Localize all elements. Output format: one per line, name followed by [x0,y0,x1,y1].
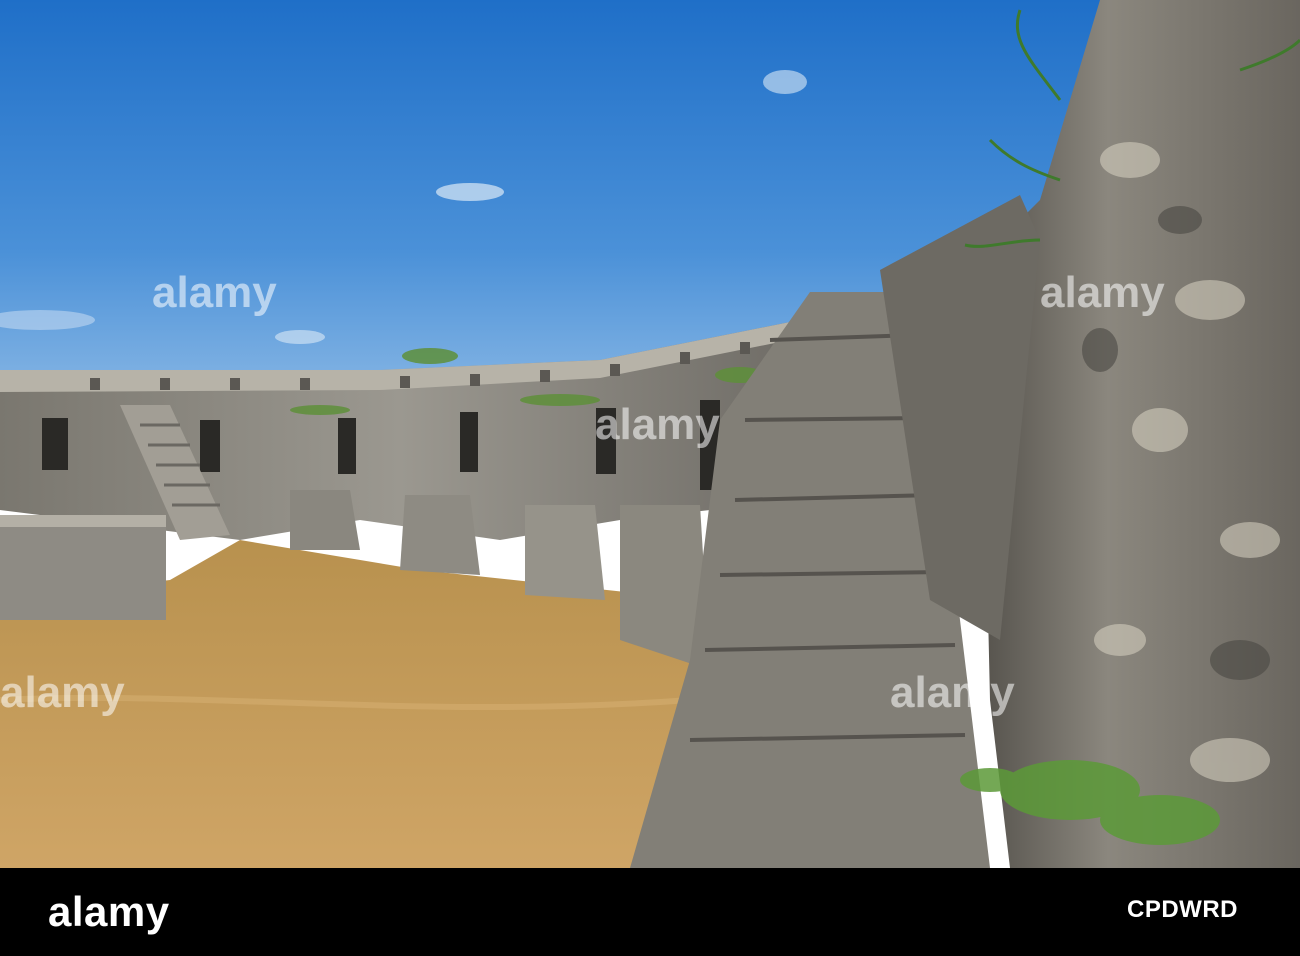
cloud [763,70,807,94]
footer-bar: alamy CPDWRD [0,868,1300,956]
fortress-photo [0,0,1300,868]
image-id: CPDWRD [1127,896,1238,923]
stone-block [0,515,166,620]
brand-logo: alamy [48,888,170,935]
stock-photo: alamy alamy alamy alamy alamy alamy CPDW… [0,0,1300,956]
cloud [275,330,325,344]
cloud [436,183,504,201]
